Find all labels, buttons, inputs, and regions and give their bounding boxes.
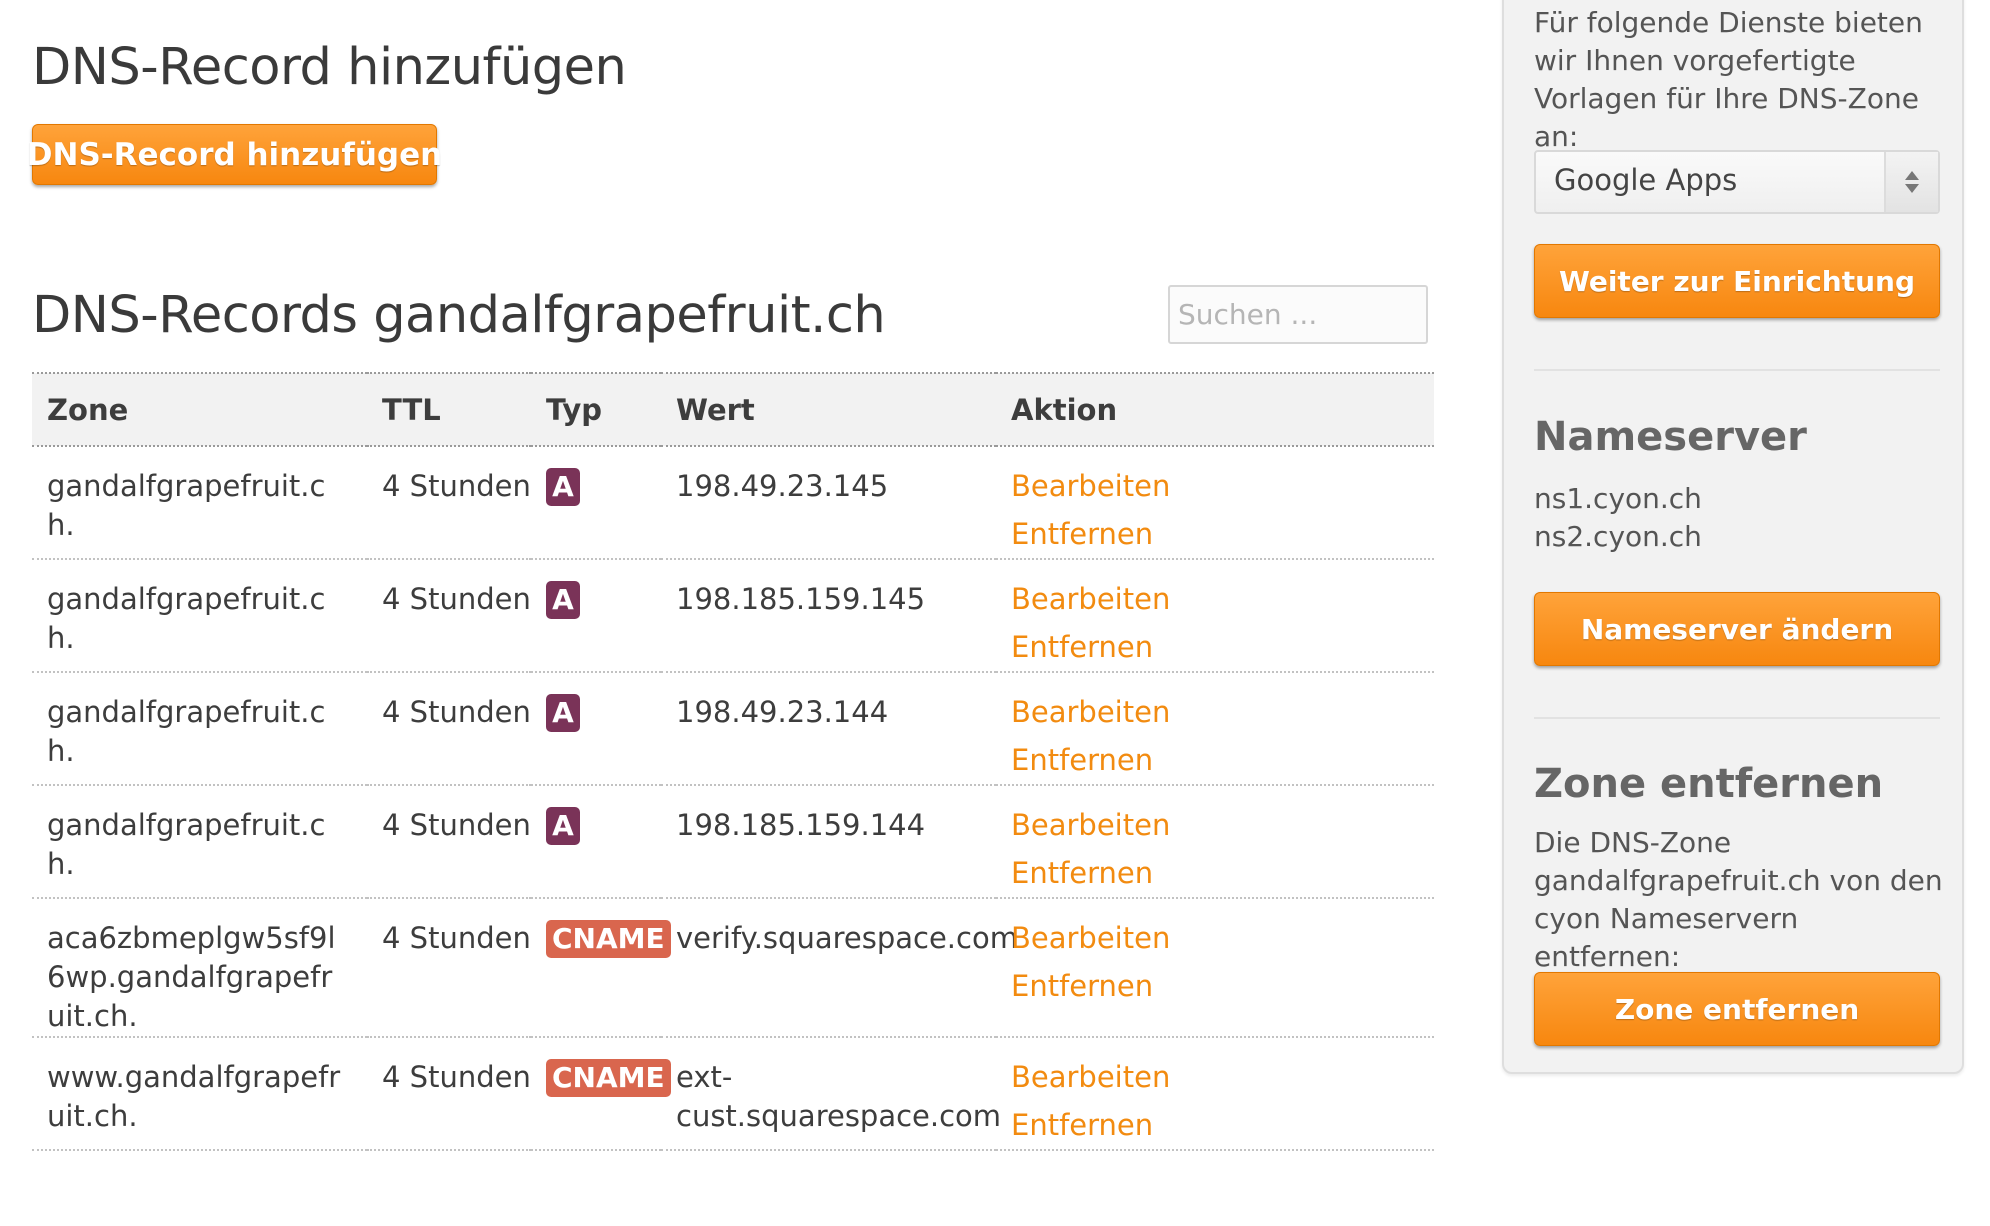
table-header-row: Zone TTL Typ Wert Aktion — [32, 372, 1434, 447]
zone-cell: www.gandalfgrapefruit.ch. — [32, 1037, 367, 1151]
nameserver-heading: Nameserver — [1534, 414, 1807, 460]
ttl-cell: 4 Stunden — [367, 672, 531, 786]
remove-link[interactable]: Entfernen — [1011, 1101, 1434, 1149]
edit-link[interactable]: Bearbeiten — [1011, 1053, 1434, 1101]
type-cell: A — [531, 446, 661, 560]
remove-zone-button[interactable]: Zone entfernen — [1534, 972, 1940, 1046]
action-cell: Bearbeiten Entfernen — [996, 785, 1434, 899]
change-nameserver-button[interactable]: Nameserver ändern — [1534, 592, 1940, 666]
edit-link[interactable]: Bearbeiten — [1011, 688, 1434, 736]
nameserver-2: ns2.cyon.ch — [1534, 520, 1702, 553]
records-heading: DNS-Records gandalfgrapefruit.ch — [32, 286, 886, 345]
table-row: gandalfgrapefruit.ch. 4 Stunden A 198.49… — [32, 672, 1434, 786]
zone-cell: gandalfgrapefruit.ch. — [32, 559, 367, 673]
select-arrows-icon — [1884, 152, 1938, 212]
column-header-ttl[interactable]: TTL — [367, 372, 531, 447]
edit-link[interactable]: Bearbeiten — [1011, 801, 1434, 849]
remove-link[interactable]: Entfernen — [1011, 962, 1434, 1010]
column-header-type[interactable]: Typ — [531, 372, 661, 447]
type-badge-cname: CNAME — [546, 920, 671, 958]
edit-link[interactable]: Bearbeiten — [1011, 914, 1434, 962]
value-cell: ext-cust.squarespace.com — [661, 1037, 1001, 1151]
sidebar-divider — [1534, 717, 1940, 719]
type-cell: A — [531, 559, 661, 673]
value-cell: 198.49.23.145 — [661, 446, 996, 560]
action-cell: Bearbeiten Entfernen — [996, 898, 1434, 1038]
remove-link[interactable]: Entfernen — [1011, 623, 1434, 671]
action-cell: Bearbeiten Entfernen — [996, 559, 1434, 673]
type-badge-cname: CNAME — [546, 1059, 671, 1097]
template-select[interactable]: Google Apps — [1534, 150, 1940, 214]
nameserver-1: ns1.cyon.ch — [1534, 482, 1702, 515]
add-record-button[interactable]: DNS-Record hinzufügen — [27, 124, 442, 185]
action-cell: Bearbeiten Entfernen — [996, 672, 1434, 786]
value-cell: 198.185.159.145 — [661, 559, 996, 673]
type-cell: A — [531, 672, 661, 786]
column-header-action: Aktion — [996, 372, 1434, 447]
continue-setup-button[interactable]: Weiter zur Einrichtung — [1534, 244, 1940, 318]
type-badge-a: A — [546, 468, 580, 506]
table-row: gandalfgrapefruit.ch. 4 Stunden A 198.18… — [32, 785, 1434, 899]
type-cell: CNAME — [531, 1037, 671, 1151]
type-badge-a: A — [546, 581, 580, 619]
ttl-cell: 4 Stunden — [367, 446, 531, 560]
type-cell: CNAME — [531, 898, 671, 1038]
ttl-cell: 4 Stunden — [367, 898, 531, 1038]
type-badge-a: A — [546, 694, 580, 732]
table-row: gandalfgrapefruit.ch. 4 Stunden A 198.49… — [32, 446, 1434, 560]
value-cell: 198.185.159.144 — [661, 785, 996, 899]
action-cell: Bearbeiten Entfernen — [996, 446, 1434, 560]
remove-link[interactable]: Entfernen — [1011, 510, 1434, 558]
search-input[interactable] — [1168, 285, 1428, 344]
template-select-value: Google Apps — [1554, 163, 1738, 197]
ttl-cell: 4 Stunden — [367, 785, 531, 899]
table-row: aca6zbmeplgw5sf9l6wp.gandalfgrapefruit.c… — [32, 898, 1434, 1038]
zone-cell: gandalfgrapefruit.ch. — [32, 672, 367, 786]
table-row: gandalfgrapefruit.ch. 4 Stunden A 198.18… — [32, 559, 1434, 673]
column-header-zone[interactable]: Zone — [32, 372, 367, 447]
remove-zone-heading: Zone entfernen — [1534, 761, 1884, 807]
dns-records-table: Zone TTL Typ Wert Aktion gandalfgrapefru… — [32, 372, 1434, 1151]
edit-link[interactable]: Bearbeiten — [1011, 575, 1434, 623]
sidebar-panel: Für folgende Dienste bieten wir Ihnen vo… — [1502, 0, 1964, 1074]
zone-cell: gandalfgrapefruit.ch. — [32, 785, 367, 899]
type-cell: A — [531, 785, 661, 899]
remove-zone-text: Die DNS-Zone gandalfgrapefruit.ch von de… — [1534, 826, 1943, 973]
ttl-cell: 4 Stunden — [367, 559, 531, 673]
templates-intro-text: Für folgende Dienste bieten wir Ihnen vo… — [1534, 6, 1923, 153]
action-cell: Bearbeiten Entfernen — [996, 1037, 1434, 1151]
value-cell: 198.49.23.144 — [661, 672, 996, 786]
ttl-cell: 4 Stunden — [367, 1037, 531, 1151]
remove-link[interactable]: Entfernen — [1011, 849, 1434, 897]
type-badge-a: A — [546, 807, 580, 845]
remove-link[interactable]: Entfernen — [1011, 736, 1434, 784]
add-record-heading: DNS-Record hinzufügen — [32, 38, 627, 97]
value-cell: verify.squarespace.com — [661, 898, 1018, 1038]
zone-cell: aca6zbmeplgw5sf9l6wp.gandalfgrapefruit.c… — [32, 898, 367, 1038]
table-row: www.gandalfgrapefruit.ch. 4 Stunden CNAM… — [32, 1037, 1434, 1151]
edit-link[interactable]: Bearbeiten — [1011, 462, 1434, 510]
zone-cell: gandalfgrapefruit.ch. — [32, 446, 367, 560]
column-header-value[interactable]: Wert — [661, 372, 996, 447]
sidebar-divider — [1534, 369, 1940, 371]
